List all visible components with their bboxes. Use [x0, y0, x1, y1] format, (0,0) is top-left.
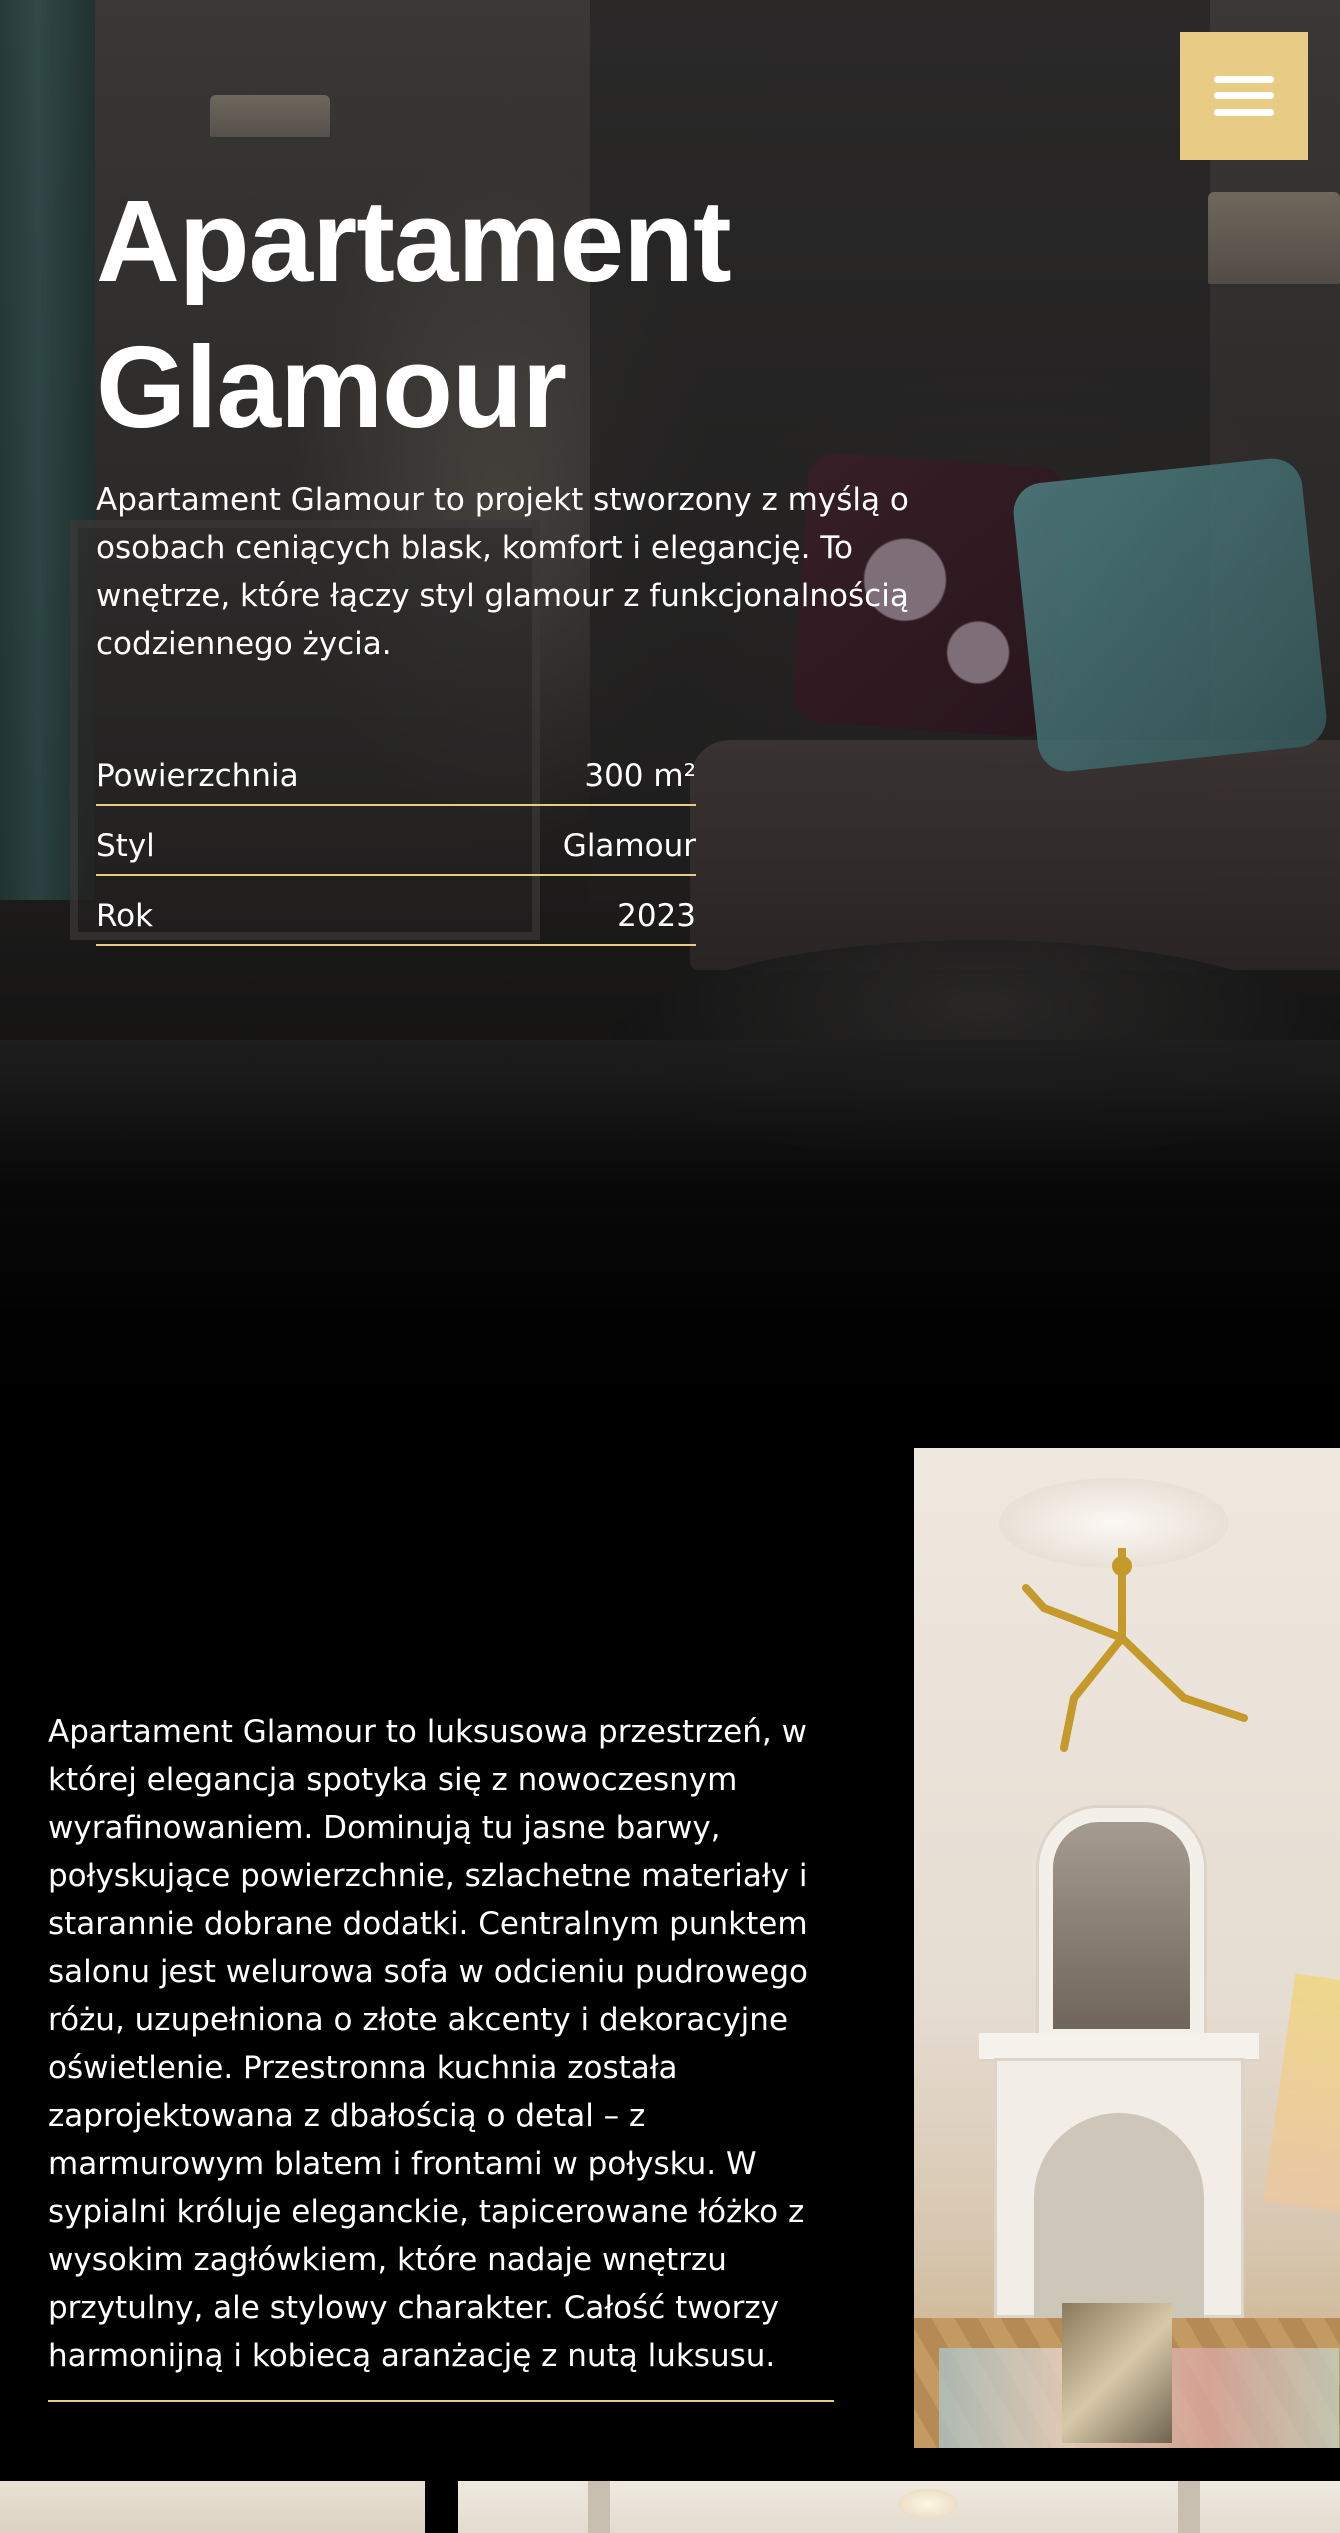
hero-pillow-teal	[1010, 455, 1330, 775]
ceiling-lamp	[898, 2489, 958, 2519]
hamburger-menu-icon	[1214, 76, 1274, 116]
chandelier-icon	[1022, 1548, 1248, 1752]
mirror-cube-pedestal	[1062, 2303, 1172, 2443]
about-description: Apartament Glamour to luksusowa przestrz…	[48, 1714, 808, 2374]
fireplace-opening	[1034, 2113, 1204, 2318]
canvas-painting	[1263, 1973, 1340, 2213]
living-room-photo	[914, 1448, 1340, 2448]
spec-value: 300 m²	[584, 758, 696, 794]
spec-row-year: Rok 2023	[96, 876, 696, 946]
wall-lamp-left	[210, 95, 330, 137]
project-specs: Powierzchnia 300 m² Styl Glamour Rok 202…	[96, 736, 696, 946]
about-divider	[48, 2400, 834, 2402]
gallery-thumbnail-1[interactable]	[0, 2481, 425, 2533]
column-detail	[1178, 2481, 1200, 2533]
hero-section: Apartament Glamour Apartament Glamour to…	[0, 0, 1340, 1448]
spec-row-area: Powierzchnia 300 m²	[96, 736, 696, 806]
spec-value: Glamour	[562, 828, 696, 864]
wall-lamp-right	[1208, 192, 1340, 284]
spec-label: Styl	[96, 828, 155, 864]
ornate-mirror	[1039, 1808, 1204, 2043]
column-detail	[588, 2481, 610, 2533]
spec-label: Powierzchnia	[96, 758, 299, 794]
hero-fade-overlay	[0, 1080, 1340, 1448]
fireplace-mantel	[979, 2033, 1259, 2059]
page-title: Apartament Glamour	[96, 176, 732, 452]
spec-row-style: Styl Glamour	[96, 806, 696, 876]
menu-button[interactable]	[1180, 32, 1308, 160]
hero-description: Apartament Glamour to projekt stworzony …	[96, 482, 909, 662]
hero-sofa	[690, 740, 1340, 970]
gallery-thumbnail-2[interactable]	[458, 2481, 1340, 2533]
spec-value: 2023	[617, 898, 696, 934]
spec-label: Rok	[96, 898, 154, 934]
